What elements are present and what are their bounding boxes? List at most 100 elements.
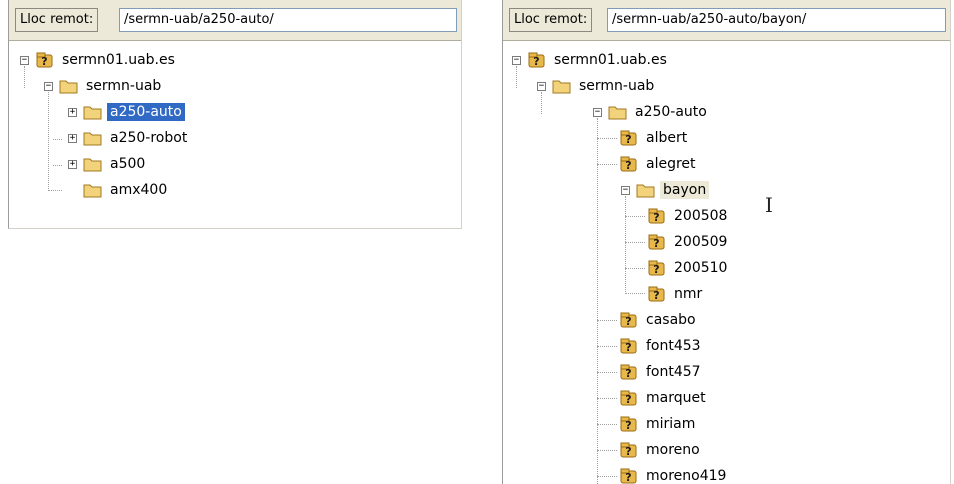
svg-text:?: ? [625,315,631,328]
unknown-folder-icon: ? [619,311,639,329]
unknown-folder-icon: ? [647,207,667,225]
tree-node-subfolder[interactable]: ? 200508 [647,206,730,226]
tree-connector [48,190,62,191]
collapse-toggle[interactable]: − [621,186,630,195]
remote-location-bar: Lloc remot: /sermn-uab/a250-auto/bayon/ [503,0,950,41]
tree-node-group[interactable]: sermn-uab [59,76,164,96]
svg-text:?: ? [625,393,631,406]
unknown-folder-icon: ? [619,363,639,381]
tree-node-label: amx400 [110,182,168,198]
collapse-toggle[interactable]: − [44,82,53,91]
tree-node-folder[interactable]: a500 [83,154,148,174]
remote-location-label: Lloc remot: [509,8,593,32]
tree-node-label: nmr [674,286,703,302]
tree-node-user[interactable]: ? font453 [619,336,704,356]
remote-path-field[interactable]: /sermn-uab/a250-auto/bayon/ [607,8,946,32]
svg-text:?: ? [41,55,47,68]
remote-path-field[interactable]: /sermn-uab/a250-auto/ [119,8,457,32]
tree-node-group[interactable]: sermn-uab [552,76,657,96]
tree-node-folder[interactable]: amx400 [83,180,170,200]
tree-connector [48,92,49,189]
tree-connector [53,139,62,140]
tree-node-folder[interactable]: a250-auto [83,102,185,122]
folder-open-icon [59,77,79,95]
tree-node-subfolder[interactable]: ? nmr [647,284,705,304]
tree-node-label: miriam [646,416,696,432]
unknown-folder-icon: ? [619,441,639,459]
svg-text:?: ? [653,211,659,224]
folder-open-icon [636,181,656,199]
unknown-folder-icon: ? [647,259,667,277]
folder-icon [83,181,103,199]
tree-node-label: a250-robot [110,130,188,146]
svg-text:?: ? [653,237,659,250]
tree-connector [541,92,542,114]
expand-toggle[interactable]: + [68,134,77,143]
remote-tree: − ? sermn01.uab.es − sermn-uab − a250-au… [503,41,950,484]
tree-node-user[interactable]: ? casabo [619,310,699,330]
tree-node-user[interactable]: ? alegret [619,154,699,174]
tree-connector [597,476,617,477]
tree-node-root[interactable]: ? sermn01.uab.es [35,50,178,70]
tree-node-label: sermn-uab [579,78,655,94]
tree-node-folder[interactable]: a250-robot [83,128,190,148]
tree-node-user-open[interactable]: bayon [636,180,710,200]
tree-node-label: moreno419 [646,468,727,484]
tree-node-user[interactable]: ? moreno419 [619,466,729,484]
unknown-folder-icon: ? [619,155,639,173]
tree-connector [597,450,617,451]
text-ibeam-cursor: I [765,193,773,217]
tree-connector [53,165,62,166]
unknown-server-icon: ? [35,51,55,69]
svg-text:?: ? [625,445,631,458]
tree-connector [516,66,517,88]
expand-toggle[interactable]: + [68,108,77,117]
svg-text:?: ? [533,55,539,68]
tree-connector [597,398,617,399]
remote-location-label: Lloc remot: [15,8,99,32]
remote-tree: − ? sermn01.uab.es − sermn-uab + a250-au… [9,41,461,228]
svg-text:?: ? [625,159,631,172]
unknown-server-icon: ? [527,51,547,69]
tree-node-user[interactable]: ? marquet [619,388,709,408]
tree-node-label: bayon [660,181,710,199]
folder-open-icon [552,77,572,95]
tree-node-label: sermn01.uab.es [62,52,175,68]
tree-node-user[interactable]: ? miriam [619,414,698,434]
tree-node-user[interactable]: ? font457 [619,362,704,382]
collapse-toggle[interactable]: − [20,56,29,65]
unknown-folder-icon: ? [619,467,639,484]
collapse-toggle[interactable]: − [593,108,602,117]
collapse-toggle[interactable]: − [537,82,546,91]
tree-node-root[interactable]: ? sermn01.uab.es [527,50,670,70]
tree-node-label: alegret [646,156,696,172]
tree-node-subfolder[interactable]: ? 200510 [647,258,730,278]
right-remote-panel: Lloc remot: /sermn-uab/a250-auto/bayon/ … [502,0,951,484]
svg-text:?: ? [625,367,631,380]
unknown-folder-icon: ? [619,415,639,433]
expand-toggle[interactable]: + [68,160,77,169]
tree-connector [625,242,645,243]
unknown-folder-icon: ? [647,233,667,251]
tree-node-label: font457 [646,364,701,380]
tree-node-user[interactable]: ? albert [619,128,690,148]
tree-node-user[interactable]: ? moreno [619,440,703,460]
tree-connector [597,372,617,373]
tree-node-label: 200509 [674,234,728,250]
tree-node-subfolder[interactable]: ? 200509 [647,232,730,252]
svg-text:?: ? [625,419,631,432]
tree-node-folder[interactable]: a250-auto [608,102,710,122]
tree-node-label: font453 [646,338,701,354]
tree-connector [597,118,598,484]
tree-connector [625,293,645,294]
unknown-folder-icon: ? [647,285,667,303]
folder-icon [83,129,103,147]
unknown-folder-icon: ? [619,337,639,355]
folder-open-icon [608,103,628,121]
tree-connector [597,424,617,425]
tree-connector [625,196,626,292]
collapse-toggle[interactable]: − [512,56,521,65]
tree-node-label: sermn01.uab.es [554,52,667,68]
tree-connector [625,268,645,269]
svg-text:?: ? [653,263,659,276]
